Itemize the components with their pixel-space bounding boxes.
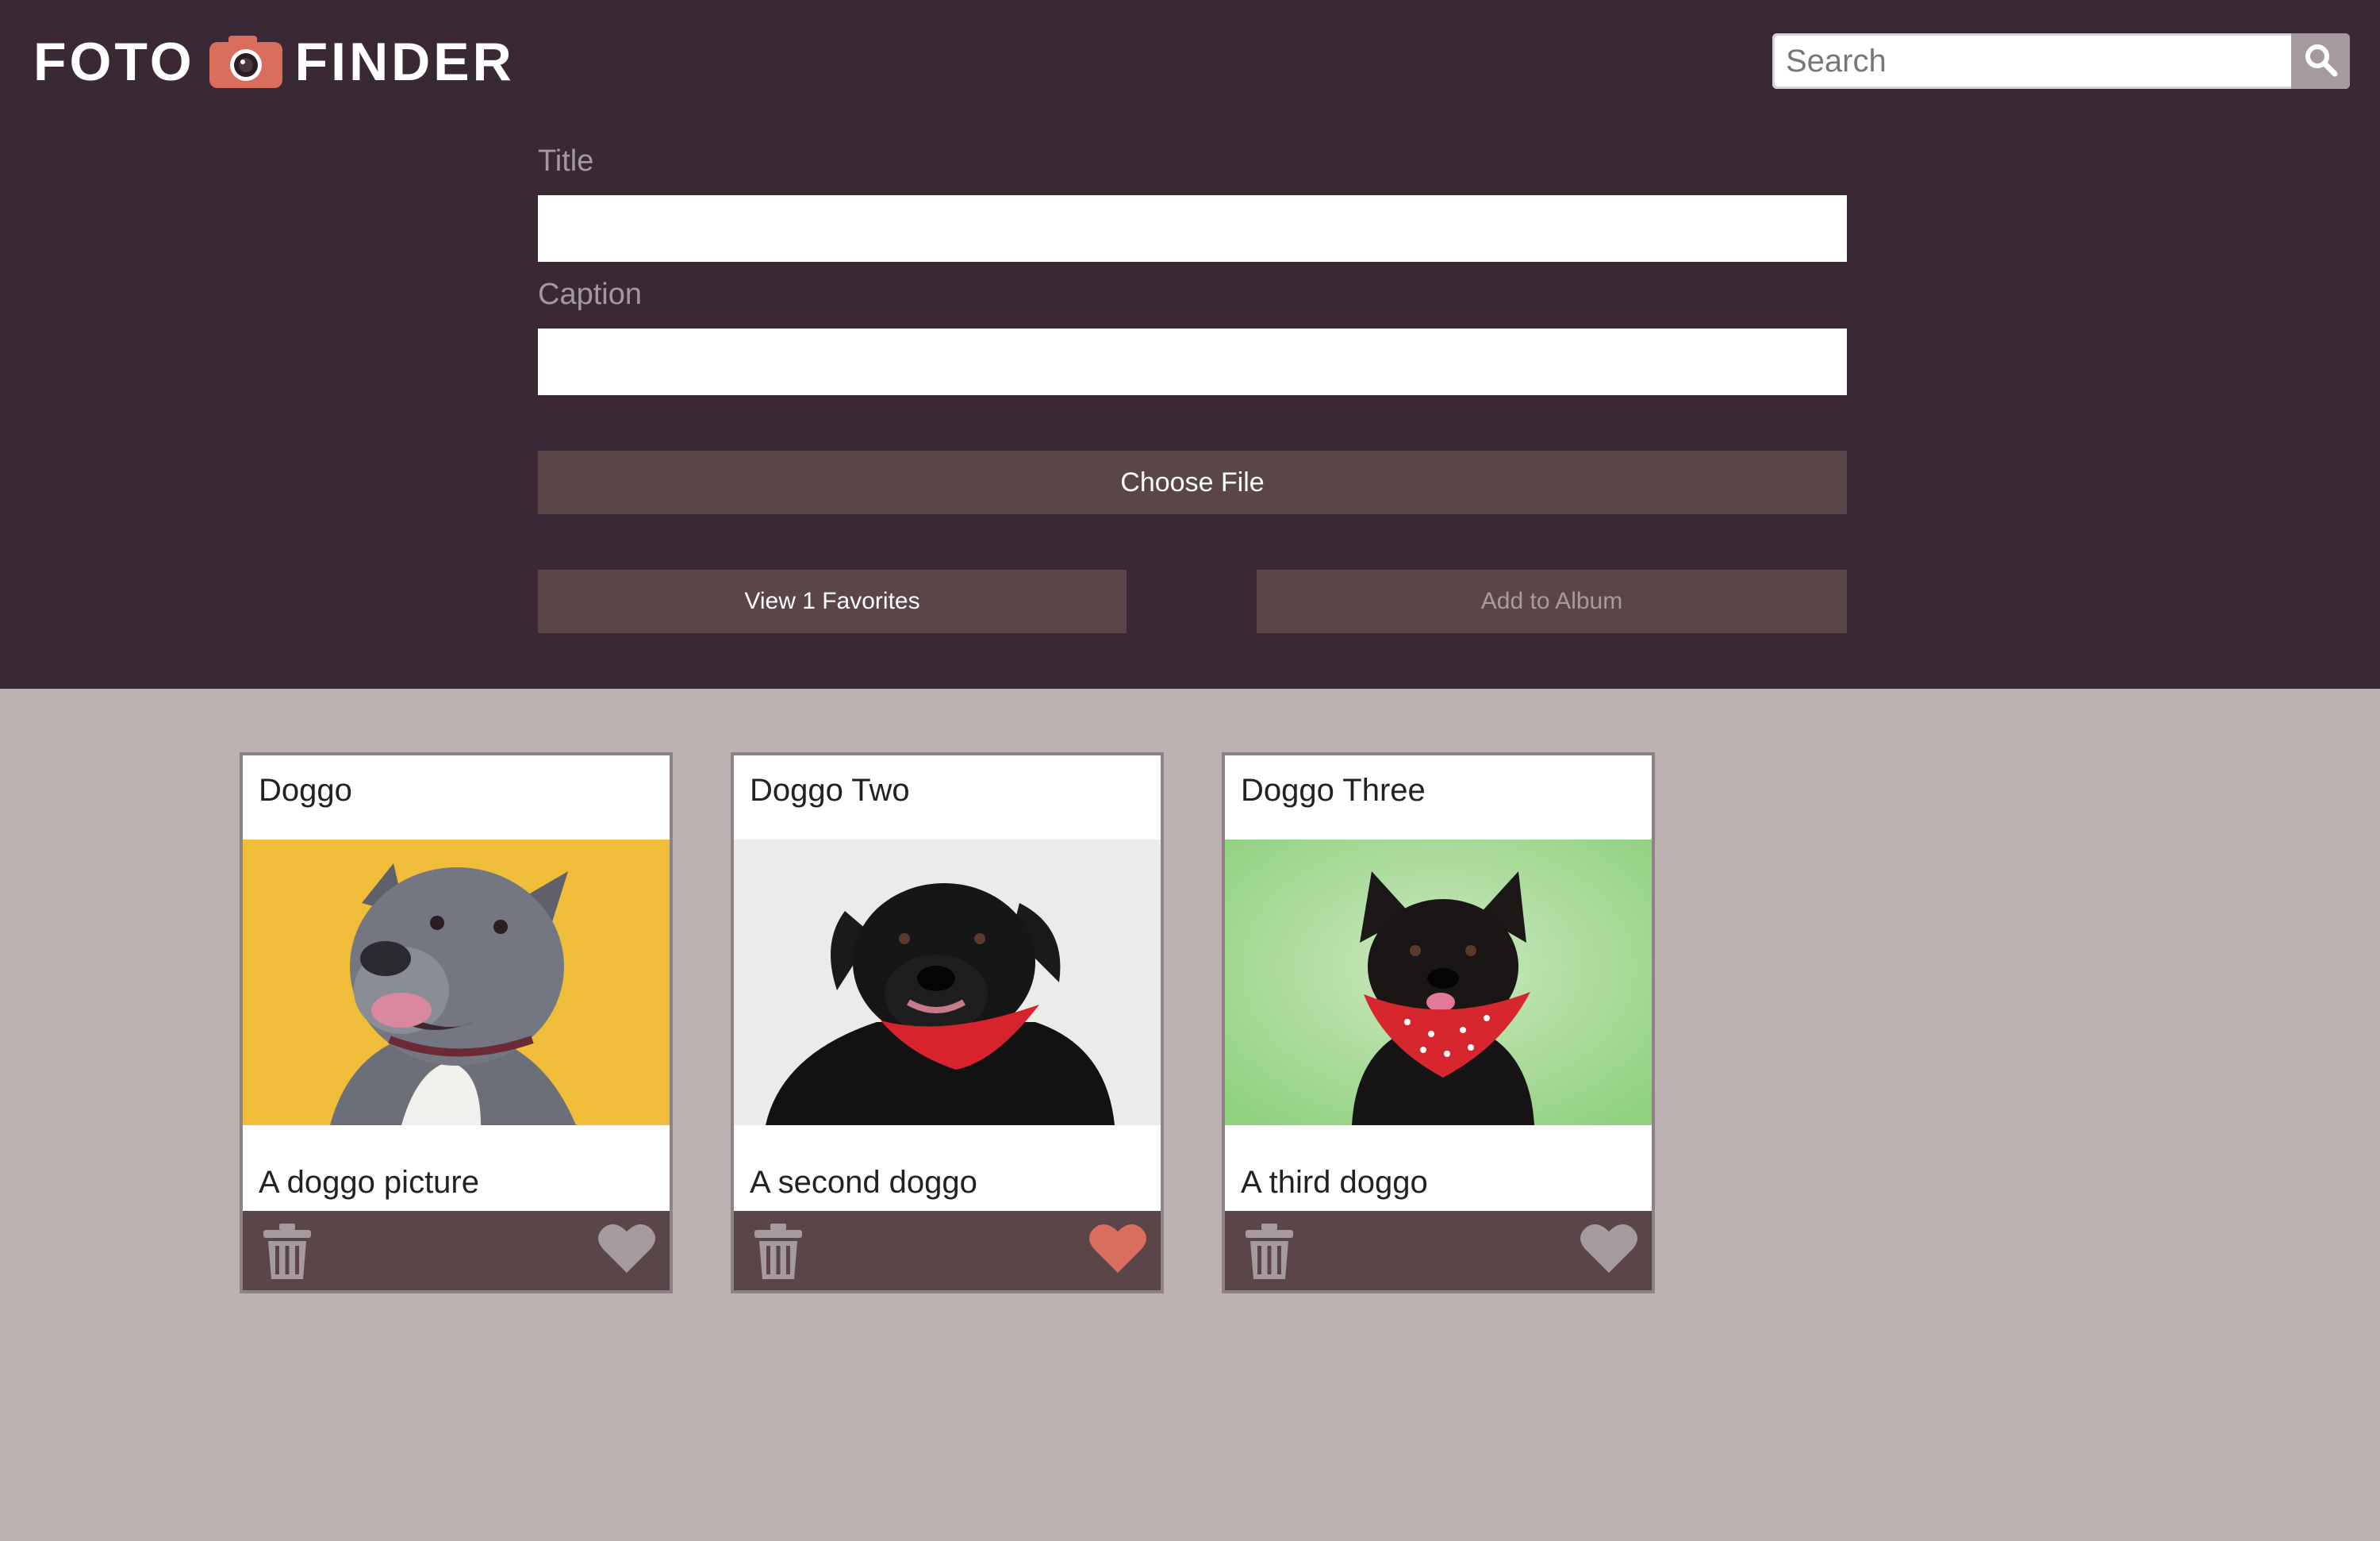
photo-card: Doggo Three A third doggo: [1222, 752, 1655, 1293]
add-to-album-label: Add to Album: [1480, 588, 1623, 614]
camera-icon: [209, 36, 282, 88]
header: FOTO FINDER Title Caption: [0, 0, 2380, 689]
add-to-album-button[interactable]: Add to Album: [1257, 570, 1847, 633]
title-label: Title: [538, 144, 594, 178]
search-bar: [1772, 33, 2350, 89]
card-title: Doggo Three: [1241, 773, 1426, 808]
card-title: Doggo Two: [750, 773, 910, 808]
search-input[interactable]: [1772, 33, 2291, 89]
trash-icon[interactable]: [1244, 1222, 1295, 1281]
card-title: Doggo: [259, 773, 352, 808]
dog-photo: [734, 840, 1161, 1125]
search-button[interactable]: [2291, 33, 2350, 89]
card-footer: [243, 1211, 670, 1290]
logo-word-foto: FOTO: [33, 32, 195, 92]
trash-icon[interactable]: [262, 1222, 313, 1281]
card-footer: [1225, 1211, 1652, 1290]
card-caption: A doggo picture: [259, 1165, 479, 1200]
view-favorites-label: View 1 Favorites: [744, 588, 920, 614]
trash-icon[interactable]: [753, 1222, 804, 1281]
caption-input[interactable]: [538, 329, 1847, 395]
favorite-heart-icon[interactable]: [598, 1222, 655, 1274]
caption-label: Caption: [538, 278, 642, 311]
card-caption: A second doggo: [750, 1165, 977, 1200]
choose-file-button[interactable]: Choose File: [538, 451, 1847, 514]
card-footer: [734, 1211, 1161, 1290]
favorite-heart-icon[interactable]: [1580, 1222, 1637, 1274]
favorite-heart-icon[interactable]: [1089, 1222, 1146, 1274]
logo-word-finder: FINDER: [294, 32, 515, 92]
photo-card: Doggo Two A second doggo: [731, 752, 1164, 1293]
search-icon: [2303, 42, 2338, 81]
title-input[interactable]: [538, 195, 1847, 262]
view-favorites-button[interactable]: View 1 Favorites: [538, 570, 1127, 633]
card-caption: A third doggo: [1241, 1165, 1428, 1200]
logo: FOTO FINDER: [33, 29, 515, 95]
dog-photo: [1225, 840, 1652, 1125]
photo-card: Doggo A doggo picture: [240, 752, 673, 1293]
choose-file-label: Choose File: [1120, 467, 1265, 498]
dog-photo: [243, 840, 670, 1125]
